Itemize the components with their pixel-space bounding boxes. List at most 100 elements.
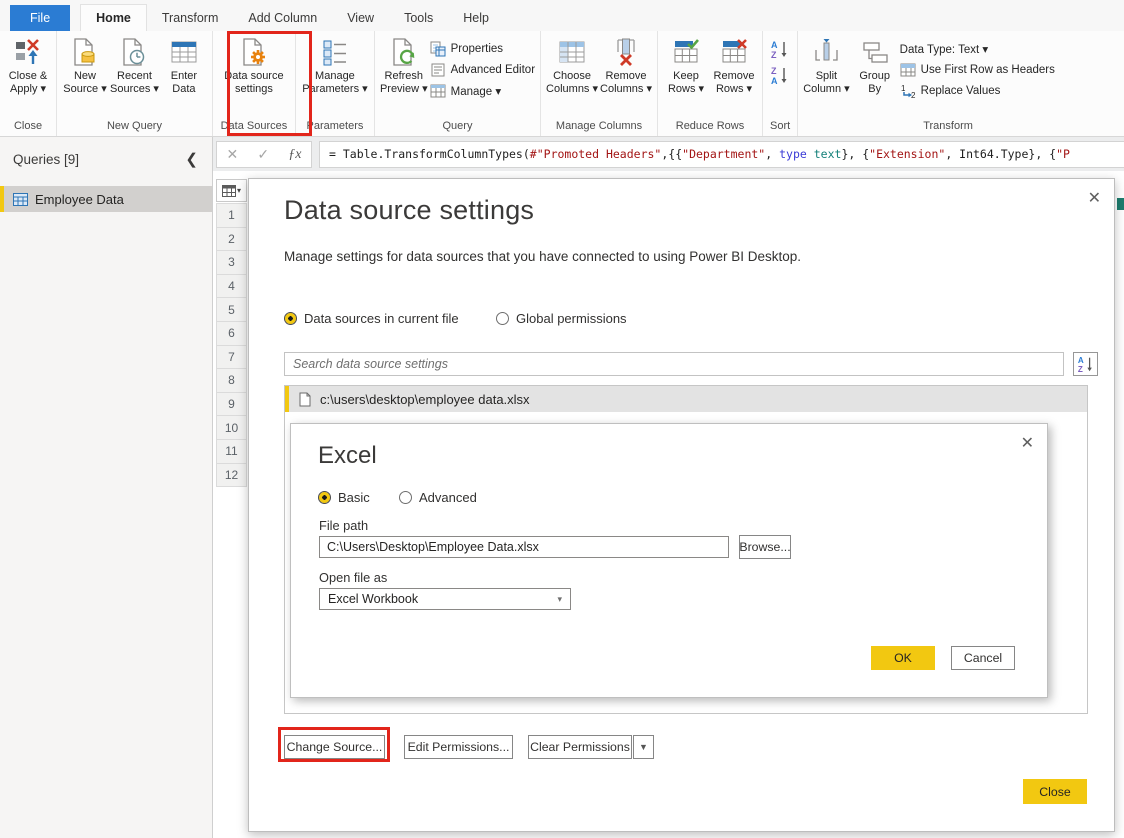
tab-tools[interactable]: Tools [389,5,448,31]
row-number[interactable]: 7 [216,345,247,370]
radio-current-file[interactable]: Data sources in current file [284,311,459,326]
formula-input[interactable]: = Table.TransformColumnTypes(#"Promoted … [319,141,1124,168]
close-dialog-button[interactable]: Close [1023,779,1087,804]
row-number[interactable]: 9 [216,392,247,417]
row-number[interactable]: 8 [216,368,247,393]
row-number[interactable]: 11 [216,439,247,464]
group-label-data-sources: Data Sources [218,117,290,136]
tab-add-column[interactable]: Add Column [233,5,332,31]
data-type-button[interactable]: Data Type: Text ▾ [900,38,1055,59]
choose-columns-button[interactable]: Choose Columns ▾ [546,34,598,96]
properties-label: Properties [451,43,503,55]
tab-help[interactable]: Help [448,5,504,31]
collapse-pane-icon[interactable]: ❮ [185,150,198,168]
ribbon: Close & Apply ▾ Close New Source ▾ Recen… [0,31,1124,137]
file-path-label: File path [319,518,368,533]
open-file-as-value: Excel Workbook [328,592,418,606]
cancel-button[interactable]: Cancel [951,646,1015,670]
radio-selected-icon [318,491,331,504]
sort-descending-button[interactable]: ZA [768,64,792,86]
tab-transform[interactable]: Transform [147,5,234,31]
formula-cancel-icon[interactable]: ✕ [227,146,239,163]
select-all-corner-button[interactable]: ▾ [216,179,247,202]
keep-rows-label: Keep Rows ▾ [668,70,704,96]
search-input[interactable] [284,352,1064,376]
formula-commit-icon[interactable]: ✓ [257,146,269,163]
close-icon[interactable]: ✕ [1088,188,1101,208]
clear-permissions-button[interactable]: Clear Permissions [528,735,632,759]
refresh-preview-button[interactable]: Refresh Preview ▾ [380,34,428,96]
radio-basic[interactable]: Basic [318,490,370,505]
manage-label: Manage ▾ [451,84,502,98]
fx-icon[interactable]: ƒx [288,147,301,163]
row-number[interactable]: 1 [216,203,247,228]
advanced-editor-button[interactable]: Advanced Editor [430,59,535,80]
edit-permissions-button[interactable]: Edit Permissions... [404,735,513,759]
row-number[interactable]: 4 [216,274,247,299]
remove-rows-icon [719,37,749,67]
radio-advanced-label: Advanced [419,490,477,505]
group-label-new-query: New Query [62,117,207,136]
new-source-button[interactable]: New Source ▾ [62,34,108,96]
formula-segment: ,{{ [661,147,682,161]
ok-button[interactable]: OK [871,646,935,670]
data-source-settings-button[interactable]: Data source settings [218,34,290,96]
replace-values-button[interactable]: 12 Replace Values [900,80,1055,101]
dialog-description: Manage settings for data sources that yo… [284,249,801,264]
sort-icon: AZ [1077,355,1095,373]
remove-columns-button[interactable]: Remove Columns ▾ [600,34,652,96]
remove-rows-button[interactable]: Remove Rows ▾ [711,34,757,96]
row-number[interactable]: 3 [216,250,247,275]
use-first-row-button[interactable]: Use First Row as Headers [900,59,1055,80]
sort-sources-button[interactable]: AZ [1073,352,1098,376]
dropdown-caret-icon: ▾ [237,186,241,195]
split-column-button[interactable]: Split Column ▾ [803,34,849,96]
manage-button[interactable]: Manage ▾ [430,80,535,101]
file-icon [299,392,311,407]
power-query-editor-window: File Home Transform Add Column View Tool… [0,0,1124,838]
formula-segment: , Int64.Type}, { [945,147,1056,161]
manage-parameters-label: Manage Parameters ▾ [302,70,367,96]
clear-permissions-dropdown-button[interactable]: ▼ [633,735,654,759]
recent-sources-icon [119,37,149,67]
tab-home[interactable]: Home [80,4,147,31]
recent-sources-button[interactable]: Recent Sources ▾ [110,34,159,96]
data-type-label: Data Type: Text ▾ [900,42,988,56]
radio-selected-icon [284,312,297,325]
replace-values-icon: 12 [900,83,916,99]
split-column-label: Split Column ▾ [803,70,849,96]
tab-file[interactable]: File [10,5,70,31]
close-and-apply-button[interactable]: Close & Apply ▾ [5,34,51,96]
query-item-employee-data[interactable]: Employee Data [0,186,212,212]
open-file-as-label: Open file as [319,570,387,585]
data-source-list-item[interactable]: c:\users\desktop\employee data.xlsx [285,386,1087,412]
change-source-button[interactable]: Change Source... [284,735,385,759]
ribbon-group-sort: AZ ZA Sort [763,31,798,136]
file-path-input[interactable] [319,536,729,558]
sort-ascending-button[interactable]: AZ [768,38,792,60]
row-number[interactable]: 5 [216,297,247,322]
svg-text:Z: Z [771,66,777,76]
keep-rows-button[interactable]: Keep Rows ▾ [663,34,709,96]
tab-view[interactable]: View [332,5,389,31]
use-first-row-icon [900,62,916,78]
row-number[interactable]: 2 [216,227,247,252]
manage-parameters-button[interactable]: Manage Parameters ▾ [301,34,369,96]
row-number[interactable]: 12 [216,463,247,488]
enter-data-button[interactable]: Enter Data [161,34,207,96]
browse-button[interactable]: Browse... [739,535,791,559]
group-by-button[interactable]: Group By [852,34,898,96]
svg-text:Z: Z [771,50,777,59]
radio-advanced[interactable]: Advanced [399,490,477,505]
properties-button[interactable]: Properties [430,38,535,59]
row-number[interactable]: 6 [216,321,247,346]
replace-values-label: Replace Values [921,85,1001,97]
open-file-as-select[interactable]: Excel Workbook ▾ [319,588,571,610]
svg-text:A: A [771,76,778,85]
close-icon[interactable]: ✕ [1021,433,1034,453]
radio-global-permissions[interactable]: Global permissions [496,311,627,326]
group-label-sort: Sort [768,117,792,136]
row-number[interactable]: 10 [216,415,247,440]
refresh-preview-icon [389,37,419,67]
formula-segment: = Table.TransformColumnTypes( [329,147,530,161]
